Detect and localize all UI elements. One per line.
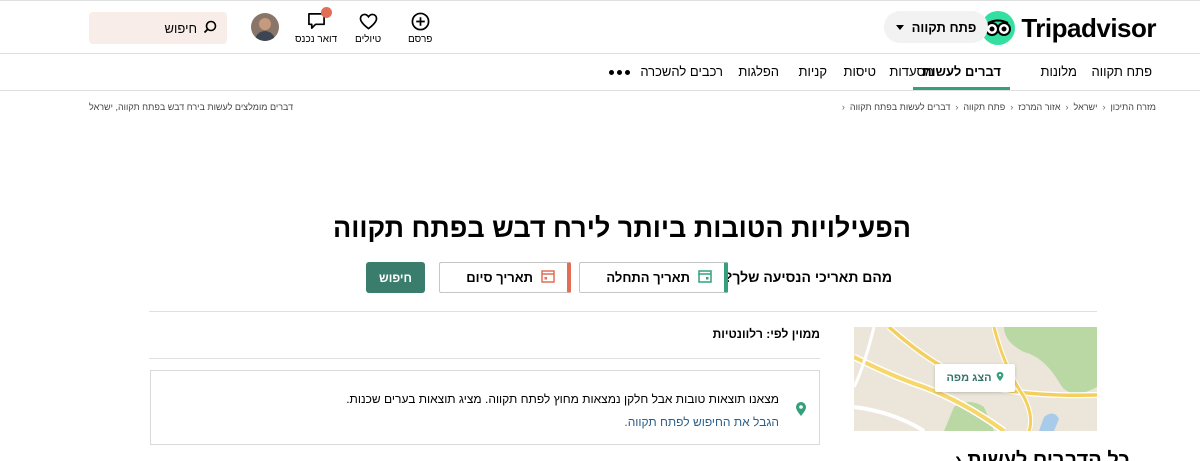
- chevron-left-icon: ‹: [1065, 102, 1069, 112]
- end-date-label: תאריך סיום: [466, 270, 533, 285]
- chevron-left-icon: ‹: [1010, 102, 1014, 112]
- breadcrumb: מזרח התיכון ‹ ישראל ‹ אזור המרכז ‹ פתח ת…: [842, 102, 1156, 112]
- nav-item-flights[interactable]: טיסות: [844, 54, 877, 90]
- breadcrumb-item[interactable]: דברים לעשות בפתח תקווה: [850, 102, 950, 112]
- plus-circle-icon: [411, 11, 430, 31]
- main-nav: פתח תקווה מלונות דברים לעשות מסעדות טיסו…: [0, 54, 1200, 91]
- divider: [149, 358, 820, 359]
- geo-button[interactable]: פתח תקווה: [884, 11, 988, 43]
- start-date-label: תאריך התחלה: [606, 270, 690, 285]
- chat-bubble-icon: [307, 7, 332, 31]
- restrict-search-link[interactable]: הגבל את החיפוש לפתח תקווה.: [624, 415, 779, 429]
- map-pin-icon: [795, 401, 807, 422]
- nav-item-car-rentals[interactable]: רכבים להשכרה: [640, 54, 723, 90]
- avatar[interactable]: [251, 13, 279, 41]
- breadcrumb-item[interactable]: אזור המרכז: [1018, 102, 1060, 112]
- search-placeholder: חיפוש: [164, 20, 197, 36]
- caret-down-icon: [895, 24, 904, 30]
- brand-name: Tripadvisor: [1021, 12, 1156, 43]
- nav-item-shopping[interactable]: קניות: [799, 54, 827, 90]
- sort-label[interactable]: ממוין לפי: רלוונטיות: [713, 327, 820, 341]
- trips-button[interactable]: טיולים: [355, 11, 381, 45]
- chevron-left-icon: ‹: [1102, 102, 1106, 112]
- nearby-results-notice: מצאנו תוצאות טובות אבל חלקן נמצאות מחוץ …: [150, 370, 820, 445]
- show-map-button[interactable]: הצג מפה: [935, 364, 1015, 392]
- breadcrumb-item[interactable]: מזרח התיכון: [1110, 102, 1156, 112]
- divider: [149, 311, 1097, 312]
- inbox-button[interactable]: דואר נכנס: [295, 7, 338, 45]
- end-date-field[interactable]: תאריך סיום: [439, 262, 571, 293]
- geo-button-label: פתח תקווה: [911, 19, 977, 35]
- nav-item-cruises[interactable]: הפלגות: [738, 54, 779, 90]
- chevron-left-icon: ‹: [955, 102, 959, 112]
- trips-label: טיולים: [355, 34, 382, 45]
- all-things-to-do-label: כל הדברים לעשות: [967, 449, 1130, 461]
- map-preview[interactable]: הצג מפה: [854, 327, 1097, 431]
- calendar-icon: [698, 269, 712, 286]
- breadcrumb-item[interactable]: פתח תקווה: [963, 102, 1005, 112]
- search-input[interactable]: חיפוש: [89, 12, 227, 44]
- nav-item-hotels[interactable]: מלונות: [1041, 54, 1078, 90]
- more-icon[interactable]: [609, 70, 630, 75]
- tripadvisor-logo[interactable]: Tripadvisor: [981, 11, 1156, 45]
- post-button[interactable]: פרסם: [408, 11, 432, 45]
- search-icon: [203, 20, 217, 37]
- search-button[interactable]: חיפוש: [366, 262, 425, 293]
- nav-item-restaurants[interactable]: מסעדות: [889, 54, 934, 90]
- notification-badge: [320, 7, 332, 18]
- start-date-field[interactable]: תאריך התחלה: [579, 262, 728, 293]
- chevron-left-icon: ‹: [955, 449, 962, 461]
- nav-item-petah-tikva[interactable]: פתח תקווה: [1092, 54, 1152, 90]
- calendar-icon: [541, 269, 555, 286]
- breadcrumb-item[interactable]: ישראל: [1073, 102, 1097, 112]
- top-header: Tripadvisor פתח תקווה פרסם טיולים דואר נ…: [0, 0, 1200, 54]
- show-map-label: הצג מפה: [946, 372, 992, 384]
- map-pin-icon: [996, 371, 1004, 385]
- page-subtitle: דברים מומלצים לעשות בירח דבש בפתח תקווה,…: [89, 102, 294, 112]
- dates-question: מהם תאריכי הנסיעה שלך?: [723, 269, 892, 285]
- inbox-label: דואר נכנס: [295, 34, 338, 45]
- chevron-left-icon: ‹: [841, 102, 845, 112]
- all-things-to-do-heading[interactable]: כל הדברים לעשות ‹: [955, 449, 1129, 461]
- notice-text: מצאנו תוצאות טובות אבל חלקן נמצאות מחוץ …: [346, 392, 779, 406]
- page-title: הפעילויות הטובות ביותר לירח דבש בפתח תקו…: [332, 213, 912, 243]
- heart-icon: [359, 11, 378, 31]
- post-label: פרסם: [408, 34, 433, 45]
